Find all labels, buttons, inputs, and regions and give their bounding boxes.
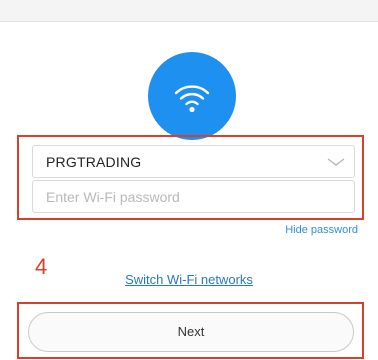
next-button[interactable]: Next xyxy=(28,312,354,352)
switch-wifi-link[interactable]: Switch Wi-Fi networks xyxy=(0,272,378,287)
network-name: PRGTRADING xyxy=(46,154,142,170)
hide-password-link[interactable]: Hide password xyxy=(285,224,358,236)
wifi-icon xyxy=(148,52,236,140)
network-select[interactable]: PRGTRADING xyxy=(32,145,355,178)
password-field[interactable] xyxy=(32,180,355,213)
top-bar xyxy=(0,0,378,22)
chevron-down-icon[interactable] xyxy=(326,154,346,175)
